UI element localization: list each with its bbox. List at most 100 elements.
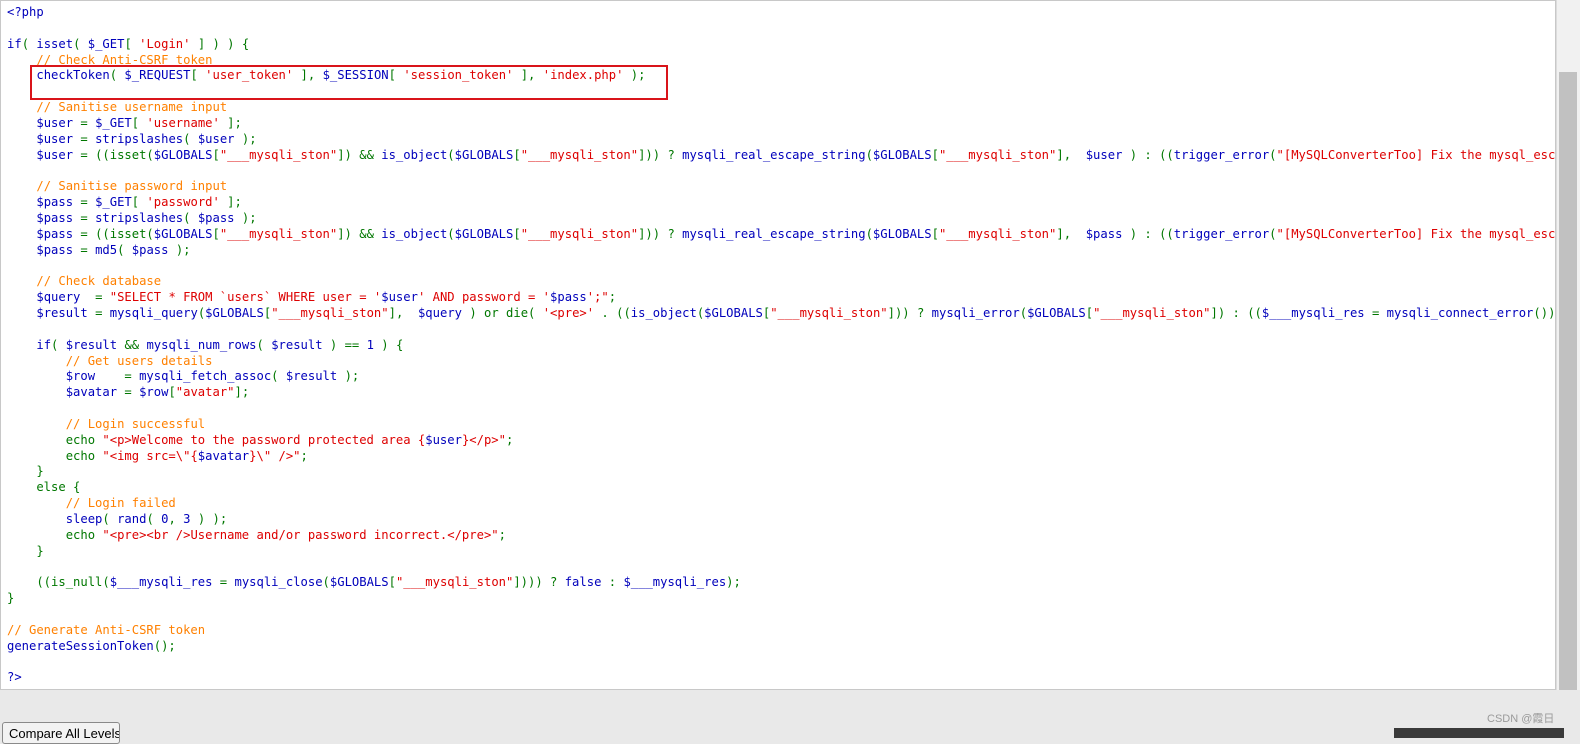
code-token: <?php: [7, 5, 44, 19]
code-token: "<p>Welcome to the password protected ar…: [102, 432, 426, 447]
code-line: else {: [7, 480, 1555, 496]
code-token: mysqli_connect_error: [1386, 306, 1534, 321]
code-token: ])) ?: [887, 306, 932, 321]
code-token: 1: [366, 337, 382, 352]
code-token: $pass: [550, 290, 587, 305]
code-token: (: [1019, 306, 1028, 321]
code-token: "<img src=\"{: [102, 448, 198, 463]
code-line: $pass = md5( $pass );: [7, 242, 1555, 259]
code-token: mysqli_num_rows: [146, 337, 257, 352]
code-token: ]) &&: [337, 226, 382, 241]
code-token: (: [1269, 226, 1277, 241]
code-token: =: [80, 131, 96, 146]
code-token: [: [513, 226, 521, 241]
code-token: $user: [1085, 147, 1130, 162]
code-token: (: [865, 147, 873, 162]
code-line: $avatar = $row["avatar"];: [7, 385, 1555, 401]
code-token: 'password': [146, 195, 220, 210]
scrollbar-thumb[interactable]: [1559, 72, 1577, 690]
code-line: // Sanitise password input: [7, 179, 1555, 195]
code-token: ])) ?: [638, 147, 683, 162]
code-token: ' AND password = ': [417, 290, 551, 305]
code-token: $GLOBALS: [872, 226, 932, 241]
code-token: [: [1085, 306, 1094, 321]
code-token: "SELECT * FROM `users` WHERE user = ': [109, 290, 382, 305]
code-token: ,: [168, 512, 184, 526]
code-token: $GLOBALS: [454, 226, 514, 241]
code-token: [: [513, 147, 521, 162]
code-line: // Login failed: [7, 496, 1555, 512]
code-token: // Sanitise password input: [36, 179, 228, 194]
code-token: (: [865, 226, 873, 241]
code-token: (: [447, 226, 455, 241]
vertical-scrollbar[interactable]: [1556, 0, 1580, 690]
code-token: $user: [36, 115, 81, 130]
code-token: ?>: [7, 670, 22, 685]
code-token: false: [564, 575, 609, 590]
code-token: [: [131, 195, 147, 210]
code-line: sleep( rand( 0, 3 ) );: [7, 512, 1555, 528]
code-token: }: [7, 464, 44, 479]
code-token: $pass: [36, 226, 81, 241]
code-line: // Sanitise username input: [7, 100, 1555, 116]
code-token: ;: [505, 432, 514, 447]
code-line: $pass = ((isset($GLOBALS["___mysqli_ston…: [7, 226, 1555, 243]
code-token: $result: [36, 306, 96, 321]
code-token: (: [256, 337, 272, 352]
code-token: $result: [271, 337, 330, 352]
code-line: echo "<img src=\"{$avatar}\" />";: [7, 448, 1555, 465]
code-token: [: [931, 226, 939, 241]
code-token: $row: [139, 385, 169, 400]
code-token: }: [7, 591, 15, 606]
code-token: ],: [388, 306, 418, 321]
code-token: 'username': [146, 115, 220, 130]
code-token: =: [80, 242, 96, 257]
code-token: (: [183, 131, 198, 146]
code-token: );: [344, 369, 360, 384]
code-line: if( isset( $_GET[ 'Login' ] ) ) {: [7, 36, 1555, 53]
code-token: $___mysqli_res: [109, 575, 220, 590]
code-line: ?>: [7, 670, 1555, 686]
code-token: (: [447, 147, 455, 162]
code-token: [: [931, 147, 939, 162]
code-line: $user = stripslashes( $user );: [7, 131, 1555, 148]
code-token: (: [73, 36, 88, 51]
code-token: = ((isset(: [80, 226, 154, 241]
code-token: );: [175, 242, 191, 257]
bottom-dark-bar: [1394, 728, 1564, 738]
code-line: <?php: [7, 5, 1555, 21]
code-token: rand: [117, 512, 147, 526]
code-token: 3: [183, 512, 198, 526]
code-token: ';": [586, 290, 609, 305]
code-token: mysqli_close: [234, 575, 323, 590]
code-token: ];: [219, 115, 242, 130]
code-token: $result: [65, 337, 125, 352]
code-token: ],: [1056, 226, 1086, 241]
code-token: =: [219, 575, 235, 590]
code-token: mysqli_fetch_assoc: [139, 369, 272, 384]
code-token: [: [124, 36, 140, 51]
code-token: // Generate Anti-CSRF token: [7, 622, 206, 637]
code-token: stripslashes: [95, 210, 184, 225]
code-token: $_GET: [95, 115, 132, 130]
code-token: ]) : ((: [1210, 306, 1262, 321]
code-token: $pass: [1085, 226, 1130, 241]
code-token: [: [212, 226, 220, 241]
code-token: [: [212, 147, 220, 162]
code-token: md5: [95, 242, 118, 257]
code-token: (: [21, 36, 37, 51]
code-token: $pass: [131, 242, 176, 257]
code-line: $row = mysqli_fetch_assoc( $result );: [7, 369, 1555, 385]
code-token: ;: [498, 527, 506, 542]
code-line: $query = "SELECT * FROM `users` WHERE us…: [7, 290, 1555, 306]
code-token: (: [146, 512, 162, 526]
code-line: echo "<p>Welcome to the password protect…: [7, 432, 1555, 449]
code-token: $user: [381, 290, 418, 305]
code-token: mysqli_error: [931, 306, 1020, 321]
compare-all-levels-button[interactable]: Compare All Levels: [2, 722, 120, 744]
